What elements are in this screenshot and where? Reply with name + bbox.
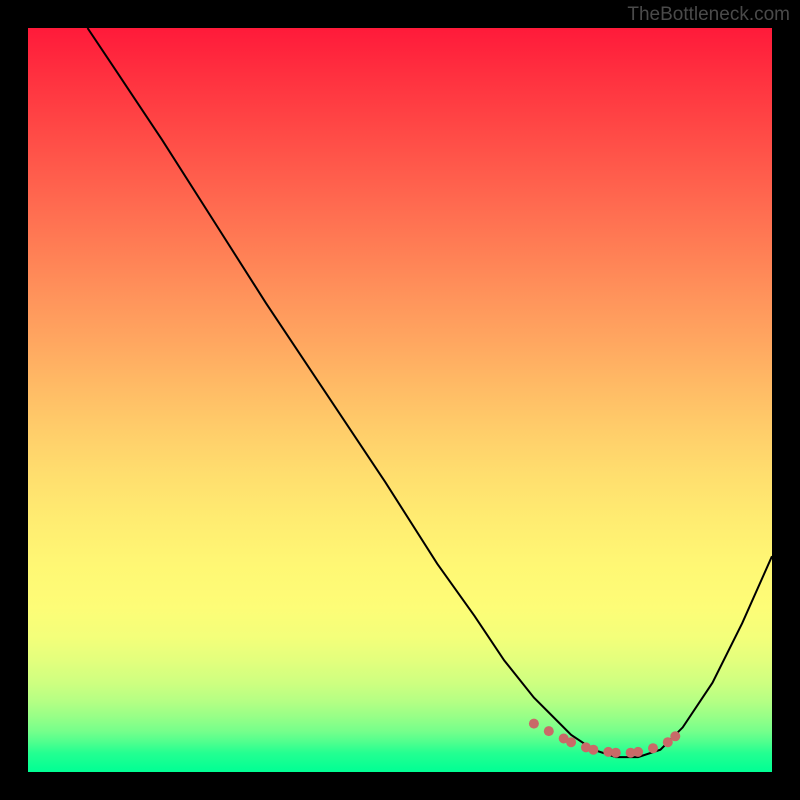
highlighted-point: [626, 748, 636, 758]
bottleneck-curve: [88, 28, 773, 757]
highlighted-point: [633, 747, 643, 757]
chart-svg: [28, 28, 772, 772]
watermark-text: TheBottleneck.com: [627, 4, 790, 26]
chart-gradient-background: [28, 28, 772, 772]
highlighted-point: [544, 726, 554, 736]
highlighted-point: [581, 742, 591, 752]
highlighted-point: [611, 748, 621, 758]
highlighted-point: [529, 719, 539, 729]
highlighted-point: [588, 745, 598, 755]
highlighted-point: [670, 731, 680, 741]
highlighted-point: [559, 734, 569, 744]
highlighted-point: [663, 737, 673, 747]
highlighted-point: [566, 737, 576, 747]
highlighted-point: [603, 747, 613, 757]
highlighted-point: [648, 743, 658, 753]
highlighted-points-group: [529, 719, 680, 758]
